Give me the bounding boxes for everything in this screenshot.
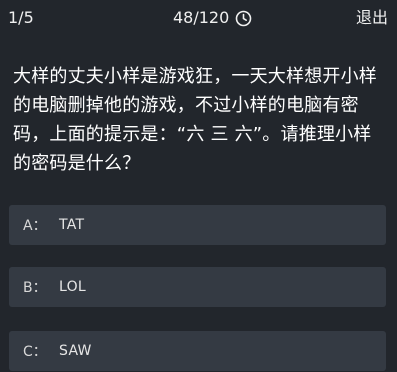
option-c[interactable]: C： SAW <box>9 331 386 371</box>
option-text: LOL <box>59 279 87 295</box>
question-text: 大样的丈夫小样是游戏狂，一天大样想开小样的电脑删掉他的游戏，不过小样的电脑有密码… <box>13 66 377 174</box>
exit-button[interactable]: 退出 <box>356 8 388 28</box>
option-letter: A： <box>23 218 47 234</box>
option-text: TAT <box>59 217 85 233</box>
question-progress: 1/5 <box>8 8 34 27</box>
top-bar: 1/5 48/120 退出 <box>0 0 397 36</box>
option-a[interactable]: A： TAT <box>9 205 386 245</box>
clock-icon <box>235 10 252 27</box>
option-text: SAW <box>59 343 92 359</box>
option-letter: C： <box>23 344 47 360</box>
timer-text: 48/120 <box>173 8 230 27</box>
timer: 48/120 <box>173 8 252 28</box>
option-b[interactable]: B： LOL <box>9 267 386 307</box>
option-letter: B： <box>23 280 47 296</box>
